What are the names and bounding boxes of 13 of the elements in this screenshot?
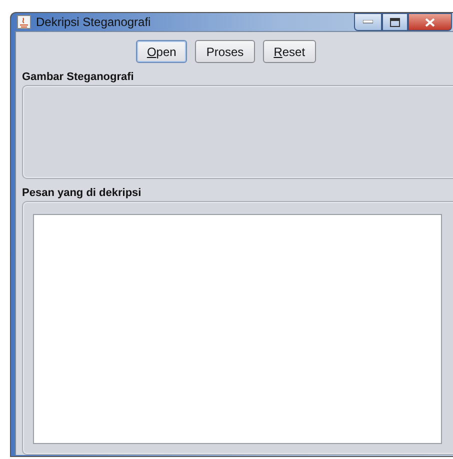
- minimize-button[interactable]: [354, 13, 382, 31]
- maximize-button[interactable]: [382, 13, 408, 31]
- close-icon: [425, 18, 435, 26]
- maximize-icon: [390, 18, 400, 26]
- close-button[interactable]: [408, 13, 452, 31]
- action-button[interactable]: Proses: [195, 40, 255, 63]
- window-title: Dekripsi Steganografi: [36, 15, 152, 29]
- action-button[interactable]: Reset: [262, 40, 316, 63]
- java-icon: [17, 15, 31, 29]
- section-label: Pesan yang di dekripsi: [22, 187, 142, 199]
- action-button[interactable]: Open: [136, 40, 188, 63]
- minimize-icon: [363, 20, 373, 24]
- section-label: Gambar Steganografi: [22, 71, 135, 83]
